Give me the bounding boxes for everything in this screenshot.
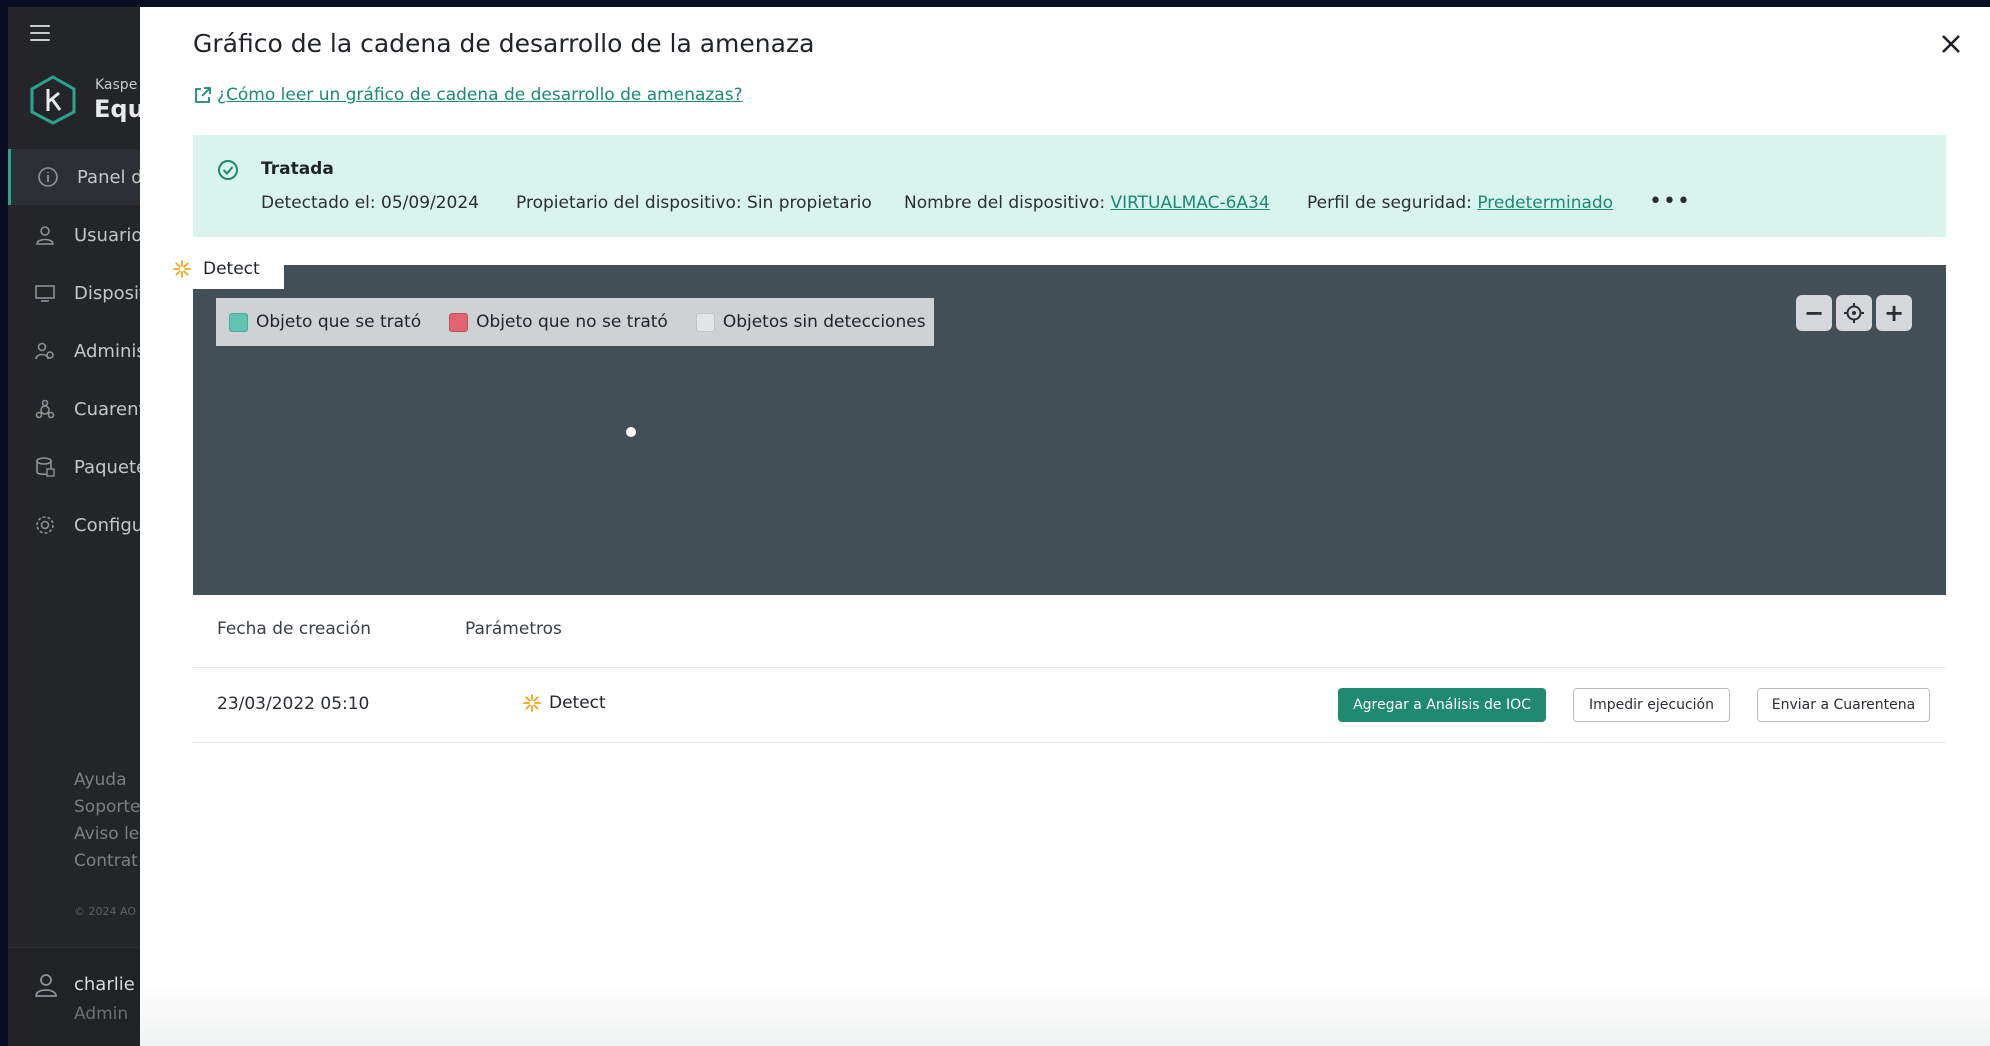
user-icon xyxy=(36,226,54,245)
sidebar-item-dashboard[interactable]: Panel de xyxy=(8,149,142,205)
device-icon xyxy=(35,285,55,302)
zoom-in-button[interactable]: + xyxy=(1876,295,1912,331)
legend-item-no-detections: Objetos sin detecciones xyxy=(695,312,926,332)
zoom-out-button[interactable]: − xyxy=(1796,295,1832,331)
copyright-text: © 2024 AO xyxy=(74,905,136,918)
sidebar-footer-links: Ayuda Soporte Aviso le Contrat xyxy=(74,767,141,875)
sidebar-item-label: Adminis xyxy=(74,340,142,362)
legend-swatch xyxy=(229,312,248,332)
how-to-read-link[interactable]: ¿Cómo leer un gráfico de cadena de desar… xyxy=(193,85,743,105)
close-icon[interactable] xyxy=(1936,29,1966,59)
crosshair-icon xyxy=(1844,303,1864,323)
sidebar-item-label: Cuarent xyxy=(74,398,142,420)
brand-name-top: Kaspe xyxy=(95,77,138,93)
row-parameter: Detect xyxy=(522,693,606,713)
hamburger-menu-icon[interactable] xyxy=(30,25,50,46)
sidebar-item-label: Disposit xyxy=(74,282,142,304)
legend-item-treated: Objeto que se trató xyxy=(229,312,421,332)
sidebar: Kaspe Equi Panel de Usuarios Disposit Ad… xyxy=(8,7,153,1046)
package-icon xyxy=(36,457,55,477)
column-header-created[interactable]: Fecha de creación xyxy=(217,619,371,639)
prevent-execution-button[interactable]: Impedir ejecución xyxy=(1573,688,1730,722)
user-name: charlie xyxy=(74,974,135,995)
threat-chain-graph[interactable]: Objeto que se trató Objeto que no se tra… xyxy=(193,265,1946,595)
center-view-button[interactable] xyxy=(1836,295,1872,331)
security-profile-field: Perfil de seguridad: Predeterminado xyxy=(1307,193,1613,213)
graph-legend: Objeto que se trató Objeto que no se tra… xyxy=(216,298,934,346)
detected-date: Detectado el: 05/09/2024 xyxy=(261,193,479,213)
sidebar-item-label: Paquete xyxy=(74,456,142,478)
info-icon xyxy=(38,167,58,187)
legal-notice-link[interactable]: Aviso le xyxy=(74,821,141,848)
sidebar-item-quarantine[interactable]: Cuarent xyxy=(8,381,142,437)
how-to-read-link-label: ¿Cómo leer un gráfico de cadena de desar… xyxy=(217,85,743,105)
more-options-icon[interactable]: ••• xyxy=(1649,191,1691,213)
sidebar-item-users[interactable]: Usuarios xyxy=(8,207,142,263)
device-owner: Propietario del dispositivo: Sin propiet… xyxy=(516,193,872,213)
device-name-label: Nombre del dispositivo: xyxy=(904,193,1111,213)
graph-node[interactable] xyxy=(626,427,636,437)
row-creation-date: 23/03/2022 05:10 xyxy=(217,694,370,714)
security-profile-link[interactable]: Predeterminado xyxy=(1477,193,1613,213)
status-summary: Tratada Detectado el: 05/09/2024 Propiet… xyxy=(193,135,1946,237)
help-link[interactable]: Ayuda xyxy=(74,767,141,794)
send-to-quarantine-button[interactable]: Enviar a Cuarentena xyxy=(1757,688,1930,722)
legend-swatch xyxy=(449,312,469,332)
sidebar-item-settings[interactable]: Configu xyxy=(8,497,142,553)
gear-icon xyxy=(36,516,54,534)
sidebar-item-packages[interactable]: Paquete xyxy=(8,439,142,495)
external-link-icon xyxy=(195,87,211,103)
quarantine-icon xyxy=(35,399,55,419)
app-window: Kaspe Equi Panel de Usuarios Disposit Ad… xyxy=(8,7,1990,1046)
detect-sparkle-icon xyxy=(523,694,541,712)
zoom-controls: − + xyxy=(1796,295,1916,331)
device-name-field: Nombre del dispositivo: VIRTUALMAC-6A34 xyxy=(904,193,1270,213)
table-divider xyxy=(193,667,1946,668)
graph-root-label: Detect xyxy=(162,249,284,289)
user-avatar-icon xyxy=(35,974,57,997)
column-header-parameters[interactable]: Parámetros xyxy=(465,619,562,639)
detect-sparkle-icon xyxy=(173,260,191,278)
user-profile[interactable]: charlie Admin xyxy=(8,947,142,1046)
legend-label: Objeto que no se trató xyxy=(476,312,668,332)
row-parameter-label: Detect xyxy=(549,693,606,713)
sidebar-item-admin[interactable]: Adminis xyxy=(8,323,142,379)
sidebar-item-label: Usuarios xyxy=(74,224,142,246)
user-role: Admin xyxy=(74,1004,129,1024)
legend-item-not-treated: Objeto que no se trató xyxy=(449,312,668,332)
page-title: Gráfico de la cadena de desarrollo de la… xyxy=(193,29,815,58)
legend-label: Objeto que se trató xyxy=(256,312,422,332)
threat-chain-panel: Gráfico de la cadena de desarrollo de la… xyxy=(140,7,1990,1046)
sidebar-item-devices[interactable]: Disposit xyxy=(8,265,142,321)
admin-icon xyxy=(35,342,54,360)
add-to-ioc-scan-button[interactable]: Agregar a Análisis de IOC xyxy=(1338,688,1546,722)
support-link[interactable]: Soporte xyxy=(74,794,141,821)
device-name-link[interactable]: VIRTUALMAC-6A34 xyxy=(1110,193,1269,213)
kaspersky-logo-icon xyxy=(30,75,76,125)
panel-bottom-fade xyxy=(140,976,1990,1046)
security-profile-label: Perfil de seguridad: xyxy=(1307,193,1478,213)
legend-label: Objetos sin detecciones xyxy=(722,312,926,332)
sidebar-item-label: Panel de xyxy=(77,166,142,188)
contract-link[interactable]: Contrat xyxy=(74,848,141,875)
status-title: Tratada xyxy=(261,159,334,179)
check-circle-icon xyxy=(218,160,238,180)
row-divider xyxy=(193,742,1946,743)
graph-root-label-text: Detect xyxy=(203,259,260,279)
sidebar-item-label: Configu xyxy=(74,514,142,536)
legend-swatch xyxy=(695,312,715,332)
